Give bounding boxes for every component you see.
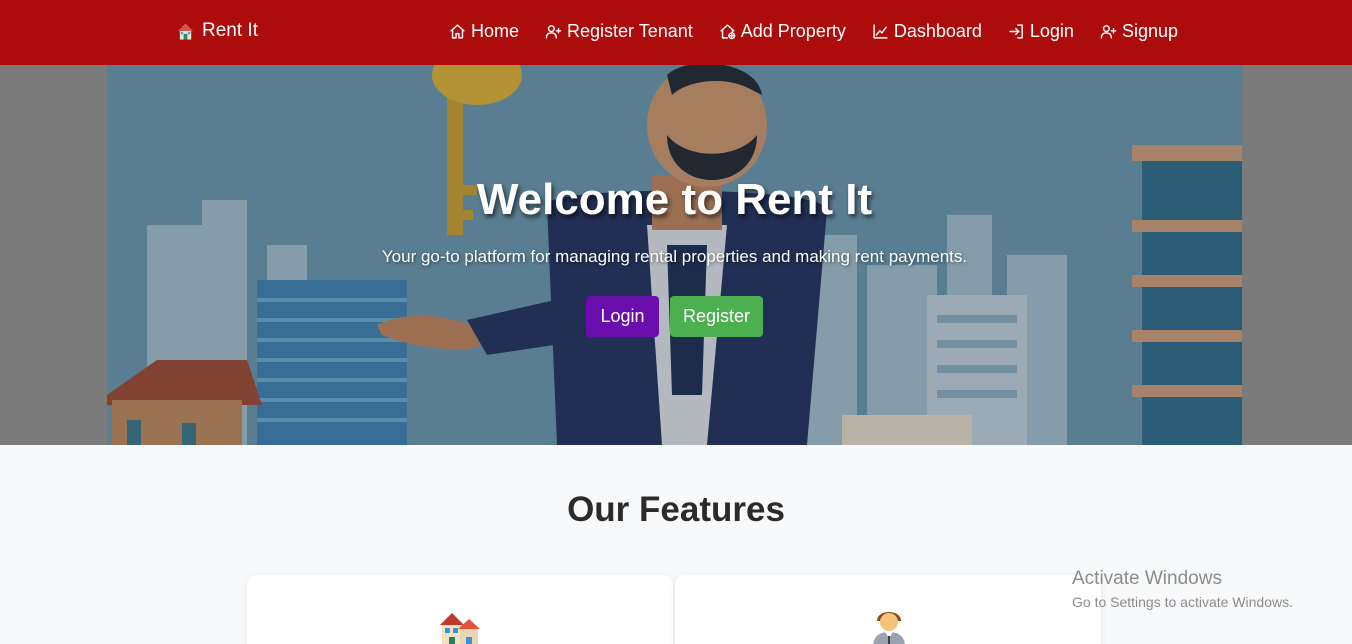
person-in-suit-icon [873,612,905,644]
user-plus-icon [1100,25,1117,39]
windows-activation-watermark: Activate Windows Go to Settings to activ… [1072,568,1293,610]
brand-name: Rent It [202,20,258,41]
login-icon [1009,24,1023,39]
hero-title: Welcome to Rent It [476,175,873,224]
brand-link[interactable]: Rent It [176,20,258,42]
nav-add-property[interactable]: Add Property [719,21,846,42]
nav-login[interactable]: Login [1008,21,1074,42]
nav-register-tenant-label: Register Tenant [567,21,693,41]
nav-signup-label: Signup [1121,21,1178,41]
nav-dashboard[interactable]: Dashboard [872,21,982,42]
home-icon [450,24,465,39]
hero-register-button[interactable]: Register [670,296,763,337]
main-nav: Home Register Tenant Add Property Dashbo… [449,21,1178,42]
houses-icon [440,613,480,644]
nav-home[interactable]: Home [449,21,519,42]
nav-register-tenant[interactable]: Register Tenant [545,21,693,42]
hero-actions: Login Register [586,296,763,337]
navbar: Rent It Home Register Tenant Add Propert… [0,0,1352,65]
hero-section: Welcome to Rent It Your go-to platform f… [107,65,1242,445]
hero-subtitle: Your go-to platform for managing rental … [381,247,968,266]
house-plus-icon [720,24,736,40]
feature-card [247,575,673,644]
features-title: Our Features [567,490,785,529]
nav-signup[interactable]: Signup [1100,21,1178,42]
nav-dashboard-label: Dashboard [893,21,982,41]
watermark-title: Activate Windows [1072,568,1222,589]
feature-card [675,575,1101,644]
watermark-subtitle: Go to Settings to activate Windows. [1072,594,1293,610]
house-icon [177,23,194,40]
user-plus-icon [545,25,562,39]
hero-login-button[interactable]: Login [586,296,659,337]
nav-login-label: Login [1029,21,1074,41]
nav-home-label: Home [471,21,520,41]
nav-add-property-label: Add Property [740,21,846,41]
chart-line-icon [873,24,888,39]
